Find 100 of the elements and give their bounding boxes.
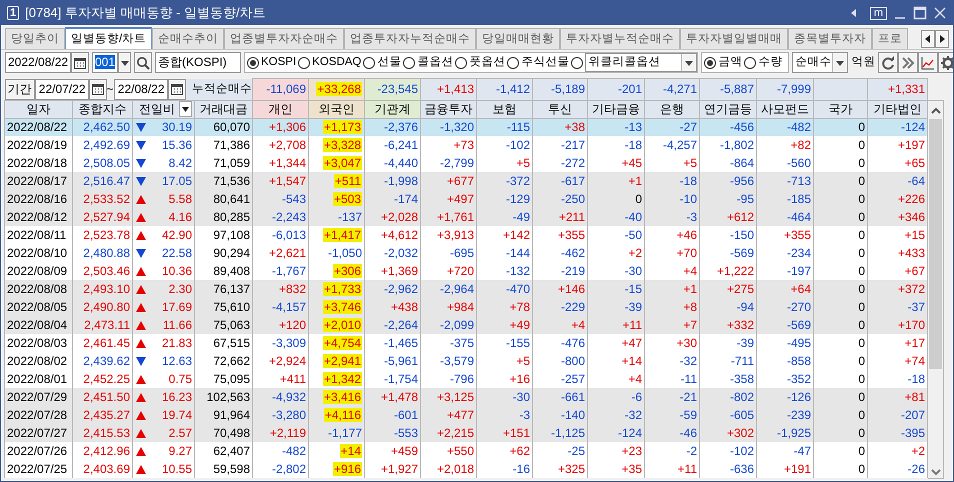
column-header[interactable]: 보험	[476, 100, 533, 118]
table-cell: 59,598	[194, 460, 253, 478]
refresh-button[interactable]	[878, 52, 898, 73]
table-cell-text: 5.58	[168, 191, 192, 207]
table-row[interactable]: 2022/08/09 2,503.46 10.36 89,408 -1,767 +306 +1,369 +720 -132 -219 -30 +4 +1,222 -197 0 +67	[4, 262, 928, 280]
close-icon[interactable]	[933, 6, 947, 20]
table-cell: +2,018	[420, 460, 477, 478]
table-row[interactable]: 2022/08/17 2,516.47 17.05 71,536 +1,547 +511 -1,998 +677 -372 -617 +1 -18 -956 -713 0 -64	[4, 172, 928, 190]
radio-button[interactable]	[744, 56, 756, 68]
table-row[interactable]: 2022/08/11 2,523.78 42.90 97,108 -6,013 +1,417 +4,612 +3,913 +142 +355 -50 +46 -150 +355 0 +15	[4, 226, 928, 244]
tab[interactable]: 업종투자자누적순매수	[344, 28, 476, 49]
pin-button[interactable]: m	[870, 6, 887, 20]
period-button[interactable]: 기간	[4, 78, 34, 100]
table-cell-text: 19.74	[160, 407, 192, 423]
scroll-right-icon[interactable]	[935, 30, 949, 48]
tab[interactable]: 업종별투자자순매수	[224, 28, 344, 49]
scroll-up-icon[interactable]	[930, 105, 942, 115]
table-row[interactable]: 2022/07/26 2,412.96 9.27 62,407 -482 +14 +459 +550 +62 -25 +23 -2 -102 -47 0 +2	[4, 442, 928, 460]
column-header[interactable]: 투신	[532, 100, 588, 118]
table-row[interactable]: 2022/08/12 2,527.94 4.16 80,285 -2,243 -137 +2,028 +1,761 -49 +211 -40 -3 +612 -464 0 +346	[4, 208, 928, 226]
table-row[interactable]: 2022/08/04 2,473.11 11.66 75,063 +120 +2,010 -2,264 -2,099 +49 +4 +11 +7 +332 -569 0 +170	[4, 316, 928, 334]
collapse-arrow-icon[interactable]	[850, 8, 858, 18]
table-row[interactable]: 2022/08/10 2,480.88 22.58 90,294 +2,621 -1,050 -2,032 -695 -144 -462 +2 +70 -569 -234 0 +433	[4, 244, 928, 262]
table-row[interactable]: 2022/07/28 2,435.27 19.74 91,964 -3,280 +4,116 -601 +477 -3 -140 -32 -59 -605 -239 0 -207	[4, 406, 928, 424]
scroll-left-icon[interactable]	[921, 30, 935, 48]
scroll-down-icon[interactable]	[930, 468, 942, 478]
total-value: -7,999	[776, 82, 812, 96]
column-header[interactable]: 거래대금	[194, 100, 253, 118]
column-header[interactable]: 기타금융	[588, 100, 645, 118]
calendar-button[interactable]	[88, 78, 106, 100]
tab[interactable]: 투자자별누적순매수	[560, 28, 680, 49]
table-cell-text: 17.05	[160, 173, 192, 189]
tab[interactable]: 당일매매현황	[476, 28, 560, 49]
table-row[interactable]: 2022/08/22 2,462.50 30.19 60,070 +1,306 +1,173 -2,376 -1,320 -115 +38 -13 -27 -456 -482 0 -124	[4, 118, 928, 136]
table-row[interactable]: 2022/08/05 2,490.80 17.69 75,610 -4,157 +3,746 +438 +984 +78 -229 -39 +8 -94 -270 0 -37	[4, 298, 928, 316]
table-row[interactable]: 2022/07/29 2,451.50 16.23 102,563 -4,932 +3,416 +1,478 +3,125 -30 -661 -6 -21 -802 -126 0 +81	[4, 388, 928, 406]
radio-button[interactable]	[298, 56, 310, 68]
line-chart-icon	[921, 56, 936, 70]
tab[interactable]: 종목별투자자	[788, 28, 872, 49]
column-header[interactable]: 연기금등	[700, 100, 757, 118]
column-header[interactable]: 일자	[4, 100, 72, 118]
column-header[interactable]: 사모펀드	[756, 100, 814, 118]
next-button[interactable]	[898, 52, 918, 73]
table-row[interactable]: 2022/08/03 2,461.45 21.83 67,515 -3,309 +4,754 -1,465 -375 -155 -476 +47 +30 -39 -495 0 +17	[4, 334, 928, 352]
end-date-field[interactable]: 22/08/22	[114, 78, 168, 100]
radio-label: 주식선물	[521, 54, 570, 70]
start-date-field[interactable]: 22/07/22	[34, 78, 88, 100]
table-row[interactable]: 2022/08/16 2,533.52 5.58 80,641 -543 +503 -174 +497 -129 -250 0 -10 -95 -185 0 +226	[4, 190, 928, 208]
table-row[interactable]: 2022/08/18 2,508.05 8.42 71,059 +1,344 +3,047 -4,440 -2,799 +5 -272 +45 +5 -864 -560 0 +65	[4, 154, 928, 172]
radio-button[interactable]	[455, 56, 468, 68]
table-cell-text: 15.36	[160, 137, 192, 153]
table-cell: +11	[644, 460, 700, 478]
table-row[interactable]: 2022/08/19 2,492.69 15.36 71,386 +2,708 +3,328 -6,241 +73 -102 -217 -18 -4,257 -1,802 +82 0 +197	[4, 136, 928, 154]
table-row[interactable]: 2022/08/01 2,452.25 0.75 75,095 +411 +1,342 -1,754 -796 +16 -257 +4 -11 -358 -352 0 -18	[4, 370, 928, 388]
radio-button[interactable]	[704, 56, 716, 68]
dropdown-button[interactable]	[118, 52, 131, 73]
radio-button[interactable]	[507, 56, 520, 68]
table-cell: +3,328	[322, 138, 362, 152]
column-header[interactable]: 외국인	[308, 100, 365, 118]
option-select[interactable]: 위클리콜옵션	[585, 53, 698, 72]
calendar-button[interactable]	[71, 52, 89, 73]
caret-icon[interactable]	[181, 106, 190, 112]
calendar-button[interactable]	[168, 78, 186, 100]
tab[interactable]: 당일추이	[5, 28, 65, 49]
double-chevron-icon	[901, 56, 916, 70]
tab[interactable]: 프로	[872, 28, 908, 49]
settings-button[interactable]	[938, 52, 953, 73]
code-field[interactable]: 001	[92, 52, 118, 73]
table-cell: 2022/07/25	[4, 460, 72, 478]
table-row[interactable]: 2022/08/02 2,439.62 12.63 72,662 +2,924 +2,941 -5,961 -3,579 +5 -800 +14 -32 -711 -858 0 +74	[4, 352, 928, 370]
total-value: -201	[618, 82, 642, 96]
market-name-field[interactable]: 종합(KOSPI)	[155, 52, 241, 73]
view-select[interactable]: 순매수	[792, 52, 848, 73]
window-title: [0784] 투자자별 매매동향 - 일별동향/차트	[25, 4, 267, 22]
column-header[interactable]: 국가	[814, 100, 868, 118]
column-header[interactable]: 개인	[252, 100, 309, 118]
column-header[interactable]: 종합지수	[72, 100, 132, 118]
column-header[interactable]: 금융투자	[420, 100, 477, 118]
date-field[interactable]: 2022/08/22	[5, 52, 71, 73]
table-cell: 0	[814, 460, 868, 478]
radio-button[interactable]	[571, 56, 584, 68]
table-row[interactable]: 2022/08/08 2,493.10 2.30 76,137 +832 +1,733 -2,962 -2,964 -470 +146 -15 +1 +275 +64 0 +372	[4, 280, 928, 298]
table-row[interactable]: 2022/07/27 2,415.53 2.57 70,498 +2,119 -1,177 -553 +2,215 +151 -1,125 -124 -46 +302 -1,925 0 -395	[4, 424, 928, 442]
column-header[interactable]: 은행	[644, 100, 700, 118]
radio-button[interactable]	[363, 56, 376, 68]
column-header[interactable]: 기타법인	[868, 100, 928, 118]
maximize-icon[interactable]	[913, 6, 927, 20]
search-button[interactable]	[134, 52, 152, 73]
table-row[interactable]: 2022/07/25 2,403.69 10.55 59,598 -2,802 +916 +1,927 +2,018 -16 +325 +35 +11 -636 +191 0 -26	[4, 460, 928, 478]
tab[interactable]: 일별동향/차트	[65, 27, 152, 49]
scrollbar[interactable]	[928, 100, 944, 479]
radio-button[interactable]	[247, 56, 259, 68]
tab[interactable]: 투자자별일별매매	[680, 28, 788, 49]
table-cell: +2,010	[322, 318, 362, 332]
chart-button[interactable]	[918, 52, 938, 73]
table-cell-text: 2.57	[168, 425, 192, 441]
column-header[interactable]: 기관계	[364, 100, 421, 118]
total-value: -11,069	[266, 82, 306, 96]
radio-button[interactable]	[403, 56, 416, 68]
tab[interactable]: 순매수추이	[152, 28, 224, 49]
